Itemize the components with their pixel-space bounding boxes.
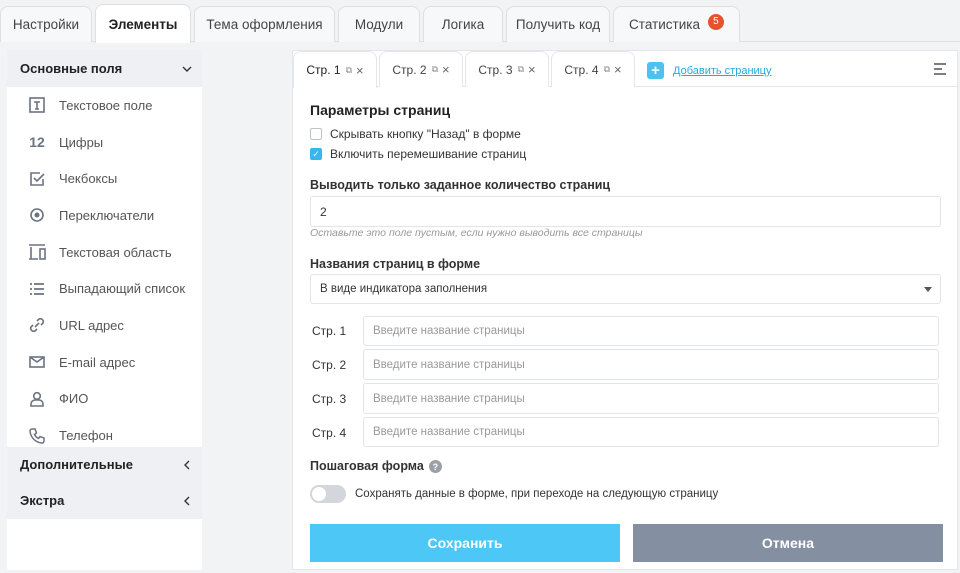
page-3-name-input[interactable]: Введите название страницы <box>363 383 939 414</box>
sidebar-item-numbers[interactable]: 12 Цифры <box>7 124 202 161</box>
copy-icon[interactable]: ⧉ <box>432 64 438 75</box>
save-button[interactable]: Сохранить <box>310 524 620 562</box>
page-4-label: Стр. 4 <box>312 426 347 440</box>
help-icon[interactable]: ? <box>428 460 442 474</box>
tab-modules[interactable]: Модули <box>338 6 420 42</box>
mail-icon <box>27 352 47 372</box>
tab-logic[interactable]: Логика <box>423 6 503 42</box>
sidebar-item-dropdown[interactable]: Выпадающий список <box>7 270 202 307</box>
hide-back-checkbox[interactable] <box>310 128 322 140</box>
page-names-select[interactable]: В виде индикатора заполнения <box>310 274 941 304</box>
sidebar-item-text-field[interactable]: Текстовое поле <box>7 87 202 124</box>
sidebar-item-checkboxes[interactable]: Чекбоксы <box>7 160 202 197</box>
list-icon <box>27 279 47 299</box>
chevron-left-icon <box>184 496 190 505</box>
sidebar-group-additional[interactable]: Дополнительные <box>7 447 202 482</box>
page-3-label: Стр. 3 <box>312 392 347 406</box>
textarea-icon <box>27 242 47 262</box>
tab-statistics[interactable]: Статистика 5 <box>613 6 740 42</box>
plus-icon: + <box>647 62 664 79</box>
sidebar-group-extra[interactable]: Экстра <box>7 482 202 519</box>
page-4-name-input[interactable]: Введите название страницы <box>363 417 939 447</box>
tab-settings[interactable]: Настройки <box>0 6 92 42</box>
add-page-button[interactable]: + Добавить страницу <box>647 62 771 79</box>
names-label: Названия страниц в форме <box>310 257 481 271</box>
sidebar-item-email[interactable]: E-mail адрес <box>7 344 202 381</box>
copy-icon[interactable]: ⧉ <box>604 64 610 75</box>
sidebar-items: Текстовое поле 12 Цифры Чекбоксы Переклю… <box>7 87 202 447</box>
close-icon[interactable]: × <box>356 64 364 77</box>
top-tab-bar: Настройки Элементы Тема оформления Модул… <box>0 0 960 43</box>
sidebar-group-main[interactable]: Основные поля <box>7 50 202 87</box>
page-tab-1[interactable]: Стр. 1 ⧉ × <box>293 51 377 88</box>
sidebar-item-url[interactable]: URL адрес <box>7 307 202 344</box>
toggle-knob <box>312 487 326 501</box>
notification-badge: 5 <box>707 13 724 30</box>
radio-icon <box>27 205 47 225</box>
shuffle-checkbox[interactable]: ✓ <box>310 148 322 160</box>
page-1-name-input[interactable]: Введите название страницы <box>363 316 939 346</box>
copy-icon[interactable]: ⧉ <box>346 65 352 76</box>
limit-label: Выводить только заданное количество стра… <box>310 178 611 192</box>
text-field-icon <box>27 95 47 115</box>
limit-hint: Оставьте это поле пустым, если нужно выв… <box>310 227 643 239</box>
checkbox-icon <box>27 169 47 189</box>
numbers-icon: 12 <box>29 134 45 151</box>
copy-icon[interactable]: ⧉ <box>518 64 524 75</box>
cancel-button[interactable]: Отмена <box>633 524 943 562</box>
close-icon[interactable]: × <box>528 63 536 76</box>
sidebar-item-phone[interactable]: Телефон <box>7 417 202 447</box>
sidebar-item-radio[interactable]: Переключатели <box>7 197 202 234</box>
tab-theme[interactable]: Тема оформления <box>194 6 335 42</box>
sidebar: Основные поля Текстовое поле 12 Цифры Че… <box>7 50 202 570</box>
page-tab-3[interactable]: Стр. 3 ⧉ × <box>465 51 549 87</box>
sidebar-item-fio[interactable]: ФИО <box>7 381 202 418</box>
sidebar-item-textarea[interactable]: Текстовая область <box>7 234 202 271</box>
page-limit-input[interactable]: 2 <box>310 196 941 227</box>
link-icon <box>27 315 47 335</box>
user-icon <box>27 389 47 409</box>
menu-lines-icon[interactable] <box>933 62 947 76</box>
chevron-down-icon <box>182 66 192 72</box>
shuffle-option[interactable]: ✓ Включить перемешивание страниц <box>310 147 526 161</box>
save-data-option: Сохранять данные в форме, при переходе н… <box>310 485 718 503</box>
page-2-name-input[interactable]: Введите название страницы <box>363 349 939 380</box>
step-form-label: Пошаговая форма? <box>310 459 442 474</box>
hide-back-option[interactable]: Скрывать кнопку "Назад" в форме <box>310 127 521 141</box>
close-icon[interactable]: × <box>442 63 450 76</box>
chevron-left-icon <box>184 460 190 469</box>
section-title: Параметры страниц <box>310 102 451 118</box>
page-tab-bar: Стр. 1 ⧉ × Стр. 2 ⧉ × Стр. 3 ⧉ × Стр. 4 ⧉ × … <box>293 51 957 88</box>
phone-icon <box>27 426 47 446</box>
close-icon[interactable]: × <box>614 63 622 76</box>
caret-down-icon <box>924 287 932 292</box>
page-1-label: Стр. 1 <box>312 324 347 338</box>
page-settings-panel: Стр. 1 ⧉ × Стр. 2 ⧉ × Стр. 3 ⧉ × Стр. 4 ⧉ × … <box>292 50 958 570</box>
page-tab-4[interactable]: Стр. 4 ⧉ × <box>551 51 635 87</box>
page-2-label: Стр. 2 <box>312 358 347 372</box>
tab-elements[interactable]: Элементы <box>95 4 191 43</box>
save-data-toggle[interactable] <box>310 485 346 503</box>
tab-get-code[interactable]: Получить код <box>506 6 610 42</box>
page-tab-2[interactable]: Стр. 2 ⧉ × <box>379 51 463 87</box>
